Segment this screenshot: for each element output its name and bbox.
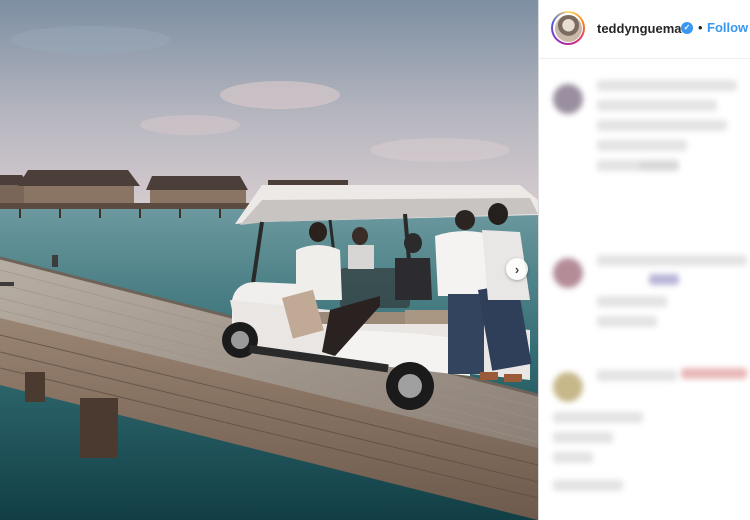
avatar[interactable] xyxy=(551,11,585,45)
blurred-comments xyxy=(539,60,750,520)
post-photo[interactable]: › xyxy=(0,0,538,520)
separator-dot: • xyxy=(698,20,703,35)
post-header: teddynguema ✓ • Follow xyxy=(539,0,750,59)
carousel-next-button[interactable]: › xyxy=(506,258,528,280)
follow-button[interactable]: Follow xyxy=(707,20,748,35)
username-link[interactable]: teddynguema xyxy=(597,21,682,36)
verified-badge-icon: ✓ xyxy=(681,22,693,34)
comment-avatar xyxy=(553,84,583,114)
comment-avatar xyxy=(553,258,583,288)
post-image xyxy=(0,0,538,520)
comment-avatar xyxy=(553,372,583,402)
chevron-right-icon: › xyxy=(514,261,520,277)
post-side-panel: teddynguema ✓ • Follow xyxy=(539,0,750,520)
